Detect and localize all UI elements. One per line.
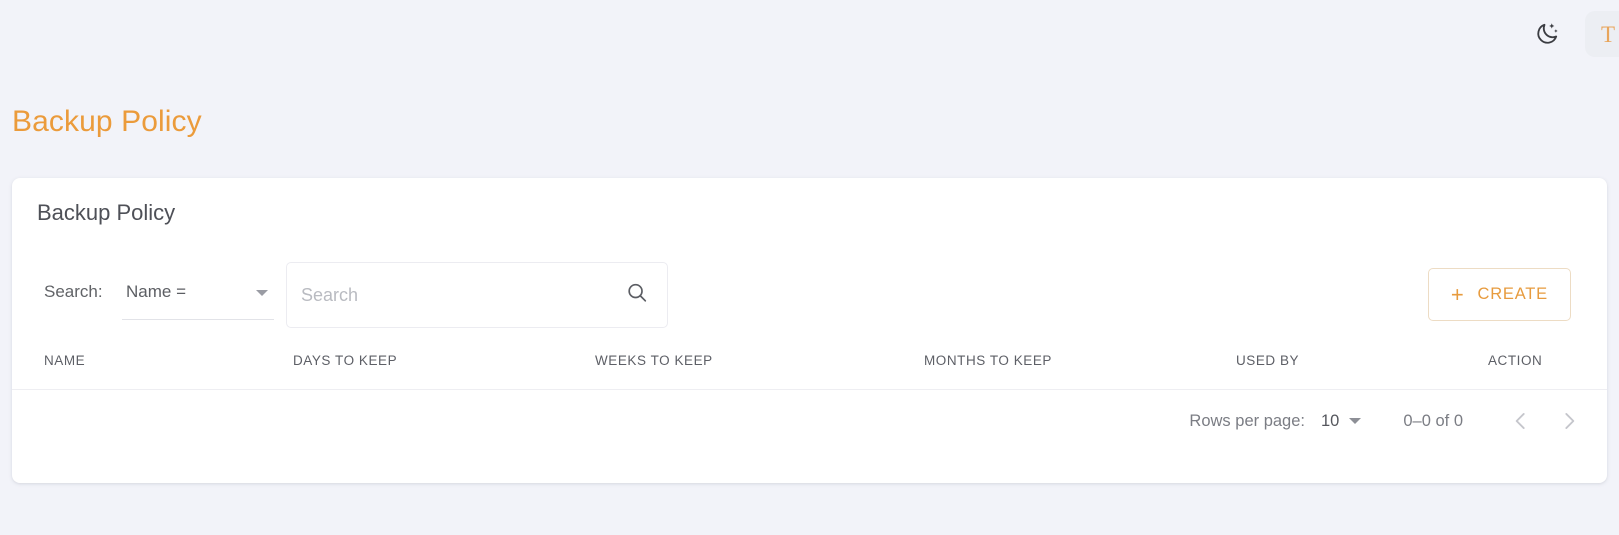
chevron-down-icon xyxy=(1349,418,1362,424)
table-column-header: ACTION xyxy=(1488,353,1543,368)
page-title: Backup Policy xyxy=(12,105,202,138)
top-bar-actions: T xyxy=(1527,11,1619,57)
rows-per-page-label: Rows per page: xyxy=(1189,411,1305,430)
table-column-header: NAME xyxy=(44,353,86,368)
next-page-button[interactable] xyxy=(1545,397,1593,445)
rows-per-page-select[interactable]: 10 xyxy=(1321,411,1362,431)
plus-icon: + xyxy=(1450,281,1465,307)
moon-stars-icon xyxy=(1537,23,1558,44)
chevron-right-icon xyxy=(1565,413,1575,429)
backup-policy-card: Backup Policy Search: Name = + CREAT xyxy=(12,178,1607,483)
card-title: Backup Policy xyxy=(37,200,176,225)
app-root: T Backup Policy Backup Policy Search: Na… xyxy=(0,0,1619,535)
previous-page-button[interactable] xyxy=(1497,397,1545,445)
search-box[interactable] xyxy=(286,262,668,328)
search-label: Search: xyxy=(44,282,103,301)
rows-per-page-value: 10 xyxy=(1321,411,1340,430)
magnifier-icon xyxy=(628,283,647,302)
top-bar: T xyxy=(0,0,1619,68)
table-pagination: Rows per page: 10 0–0 of 0 xyxy=(1189,391,1607,451)
table-column-header: MONTHS TO KEEP xyxy=(924,353,1052,368)
table-column-header: USED BY xyxy=(1236,353,1300,368)
chevron-down-icon xyxy=(256,290,268,296)
avatar-initial: T xyxy=(1600,21,1616,47)
create-button-label: CREATE xyxy=(1477,285,1548,303)
search-field-select-value: Name = xyxy=(126,282,186,301)
dark-mode-toggle-button[interactable] xyxy=(1527,14,1567,54)
chevron-left-icon xyxy=(1515,413,1525,429)
table-header-row: NAME DAYS TO KEEP WEEKS TO KEEP MONTHS TO K… xyxy=(12,353,1607,388)
user-avatar-button[interactable]: T xyxy=(1585,11,1619,57)
pagination-range-text: 0–0 of 0 xyxy=(1403,411,1463,430)
search-input[interactable] xyxy=(299,263,599,327)
table-column-header: DAYS TO KEEP xyxy=(293,353,398,368)
search-submit-button[interactable] xyxy=(625,281,649,310)
create-button[interactable]: + CREATE xyxy=(1427,268,1571,321)
table-column-header: WEEKS TO KEEP xyxy=(595,353,713,368)
search-field-select[interactable]: Name = xyxy=(122,268,274,320)
table-toolbar: Search: Name = + CREATE xyxy=(12,260,1607,338)
